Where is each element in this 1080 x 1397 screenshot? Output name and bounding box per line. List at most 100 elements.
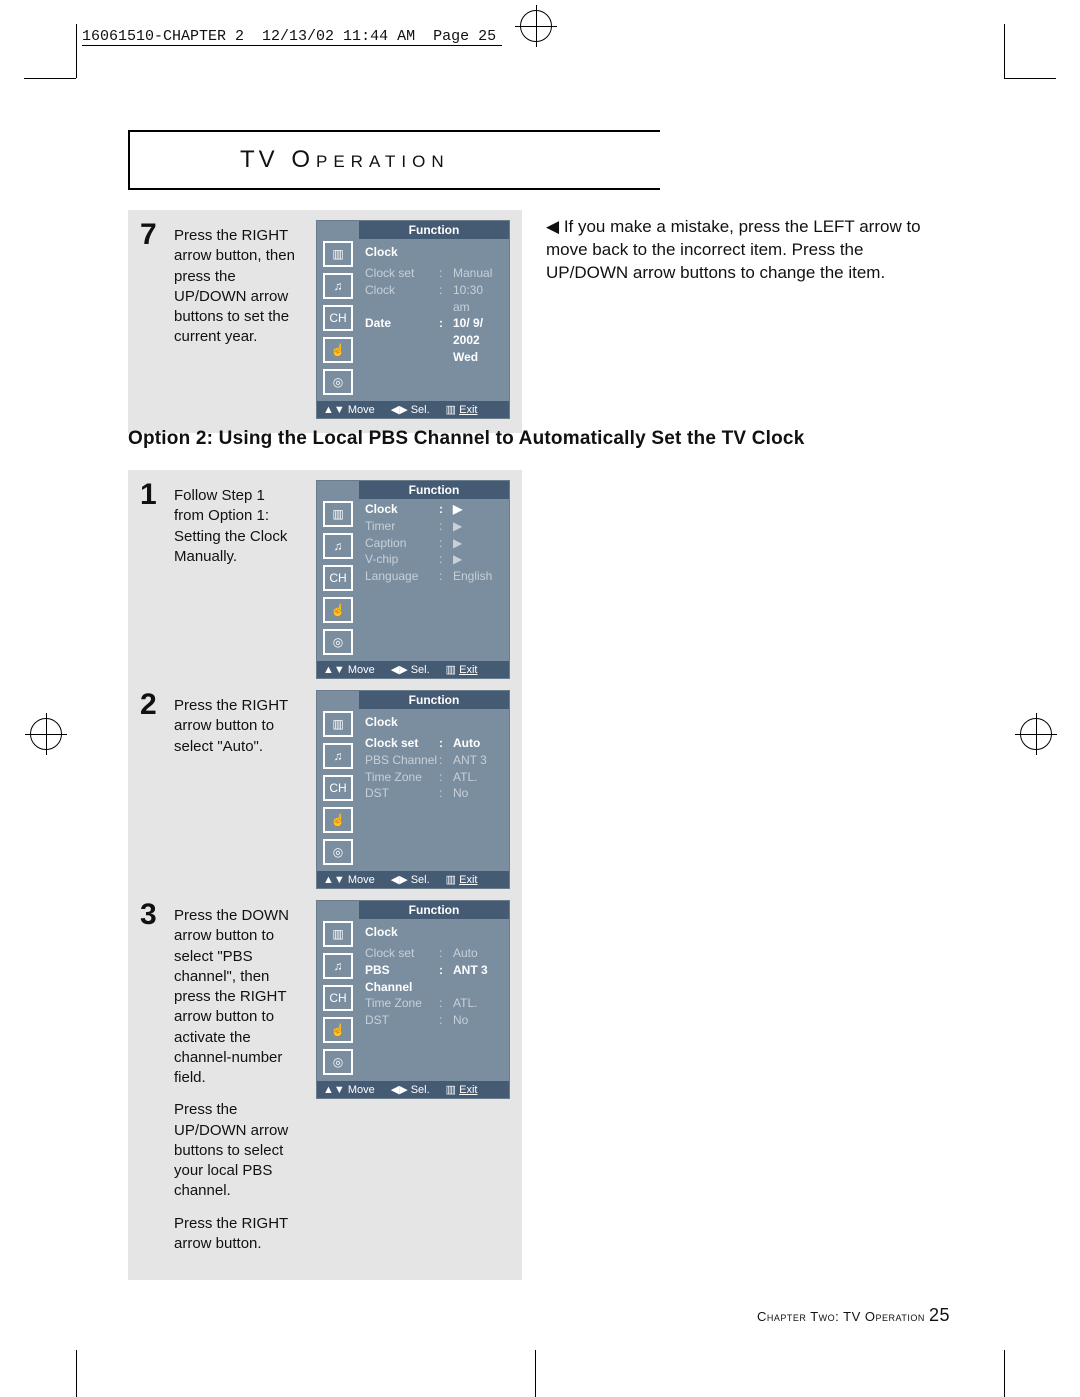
crop-mark (76, 1350, 77, 1397)
page-footer: Chapter Two: TV Operation 25 (757, 1305, 950, 1326)
screen-icon-column: ▥ ♫ CH ☝ ◎ (317, 709, 359, 865)
hint-exit: ▥ Exit (446, 1083, 478, 1096)
screen-icon: ▥ (323, 921, 353, 947)
print-header-rule (82, 45, 502, 46)
print-header-part2: 12/13/02 11:44 AM (262, 28, 415, 45)
step-number: 7 (140, 220, 162, 419)
crop-mark (1004, 1350, 1005, 1397)
screen-row: DST:No (365, 1012, 503, 1029)
screen-row: Timer:▶ (365, 518, 503, 535)
tv-screen: Function ▥ ♫ CH ☝ ◎ Clock Clock set:AutoPBS … (316, 690, 510, 889)
crop-mark (24, 78, 76, 79)
tv-screen: Function ▥♫CH☝◎ Clock:▶Timer:▶Caption:▶V… (316, 480, 510, 679)
registration-mark (30, 718, 62, 750)
screen-hintbar: ▲▼ Move◀▶ Sel.▥ Exit (317, 1081, 509, 1098)
screen-icon: ♫ (323, 273, 353, 299)
screen-row: Time Zone:ATL. (365, 769, 503, 786)
step-1: 1 Follow Step 1 from Option 1: Setting t… (128, 470, 522, 693)
step-3: 3 Press the DOWN arrow button to select … (128, 890, 522, 1280)
screen-icon: ☝ (323, 1017, 353, 1043)
step-number: 3 (140, 900, 162, 1266)
screen-row: Language:English (365, 568, 503, 585)
hint-sel: ◀▶ Sel. (391, 403, 430, 416)
screen-title: Function (359, 481, 509, 499)
screen-row: Caption:▶ (365, 535, 503, 552)
registration-mark (1020, 718, 1052, 750)
crop-mark (1004, 24, 1005, 78)
tv-screen: Function ▥ ♫ CH ☝ ◎ Clock Clock set:AutoPBS … (316, 900, 510, 1099)
tip-text-block: ◀ If you make a mistake, press the LEFT … (546, 216, 946, 285)
footer-chapter: Chapter Two: TV Operation (757, 1309, 925, 1324)
screen-icon: ▥ (323, 501, 353, 527)
crop-mark (76, 24, 77, 78)
hint-move: ▲▼ Move (323, 664, 375, 676)
step-number: 2 (140, 690, 162, 889)
screen-icon: CH (323, 985, 353, 1011)
hint-move: ▲▼ Move (323, 1084, 375, 1096)
screen-icon: ◎ (323, 1049, 353, 1075)
hint-exit: ▥ Exit (446, 403, 478, 416)
screen-title: Function (359, 221, 509, 239)
screen-icon: ◎ (323, 839, 353, 865)
hint-sel: ◀▶ Sel. (391, 873, 430, 886)
screen-row: PBS Channel:ANT 3 (365, 752, 503, 769)
screen-icon: CH (323, 305, 353, 331)
step-7: 7 Press the RIGHT arrow button, then pre… (128, 210, 522, 433)
crop-mark (1004, 78, 1056, 79)
screen-row: Clock:▶ (365, 501, 503, 518)
tv-screen: Function ▥♫CH☝◎ Clock Clock set:ManualCl… (316, 220, 510, 419)
screen-icon: CH (323, 775, 353, 801)
screen-row: Clock set:Auto (365, 735, 503, 752)
screen-row: Clock:10:30 am (365, 282, 503, 316)
screen-row: Date:10/ 9/ 2002 (365, 315, 503, 349)
screen-icon: ♫ (323, 743, 353, 769)
screen-title: Function (359, 901, 509, 919)
screen-row: Wed (365, 349, 503, 366)
section-title-rest: Operation (279, 146, 450, 173)
screen-icon: ◎ (323, 369, 353, 395)
screen-title: Function (359, 691, 509, 709)
screen-row: PBS Channel:ANT 3 (365, 962, 503, 996)
hint-move: ▲▼ Move (323, 404, 375, 416)
step-text: Press the DOWN arrow button to select "P… (174, 900, 304, 1266)
screen-row: Clock set:Auto (365, 945, 503, 962)
left-arrow-icon: ◀ (546, 217, 559, 236)
screen-icon: ☝ (323, 807, 353, 833)
screen-hintbar: ▲▼ Move ◀▶ Sel. ▥ Exit (317, 661, 509, 678)
hint-move: ▲▼ Move (323, 874, 375, 886)
registration-mark (520, 10, 552, 42)
step-text: Press the RIGHT arrow button, then press… (174, 220, 304, 419)
screen-row: DST:No (365, 785, 503, 802)
screen-icon: ▥ (323, 241, 353, 267)
hint-exit: ▥ Exit (446, 663, 478, 676)
screen-hintbar: ▲▼ Move ◀▶ Sel. ▥ Exit (317, 401, 509, 418)
step-text: Press the RIGHT arrow button to select "… (174, 690, 304, 889)
step-text: Follow Step 1 from Option 1: Setting the… (174, 480, 304, 679)
screen-icon: ☝ (323, 597, 353, 623)
screen-header: Clock (365, 925, 503, 939)
screen-icon-column: ▥ ♫ CH ☝ ◎ (317, 919, 359, 1075)
screen-header: Clock (365, 245, 503, 259)
screen-icon: ♫ (323, 953, 353, 979)
screen-hintbar: ▲▼ Move ◀▶ Sel. ▥ Exit (317, 871, 509, 888)
hint-sel: ◀▶ Sel. (391, 663, 430, 676)
section-title-tv: TV (240, 146, 279, 173)
step-2: 2 Press the RIGHT arrow button to select… (128, 680, 522, 903)
screen-row: Clock set:Manual (365, 265, 503, 282)
screen-header: Clock (365, 715, 503, 729)
screen-icon-column: ▥♫CH☝◎ (317, 239, 359, 395)
screen-row: V-chip:▶ (365, 551, 503, 568)
print-header-part3: Page 25 (433, 28, 496, 45)
screen-icon: ▥ (323, 711, 353, 737)
step-number: 1 (140, 480, 162, 679)
footer-page: 25 (929, 1305, 950, 1325)
print-header: 16061510-CHAPTER 2 12/13/02 11:44 AM Pag… (82, 28, 496, 45)
hint-exit: ▥ Exit (446, 873, 478, 886)
crop-mark (535, 1350, 536, 1397)
section-title: TV Operation (128, 130, 660, 190)
screen-icon: ♫ (323, 533, 353, 559)
print-header-part1: 16061510-CHAPTER 2 (82, 28, 244, 45)
screen-icon: CH (323, 565, 353, 591)
screen-icon-column: ▥♫CH☝◎ (317, 499, 359, 655)
screen-row: Time Zone:ATL. (365, 995, 503, 1012)
